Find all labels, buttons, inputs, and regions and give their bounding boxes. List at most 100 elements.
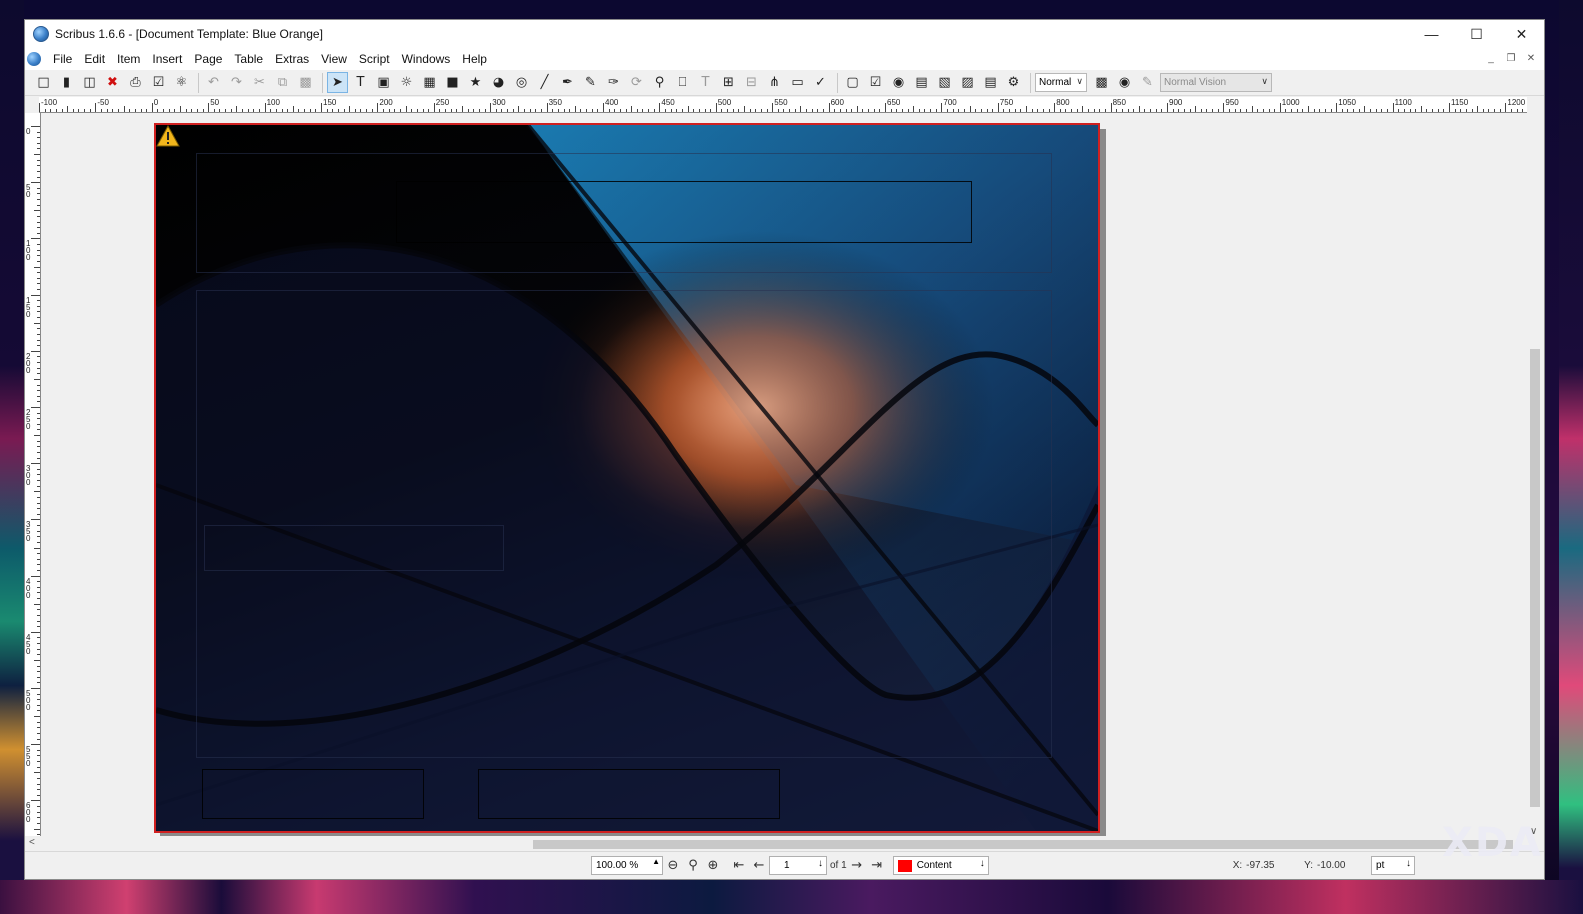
pdf-combo-box-icon[interactable]: ▧ bbox=[934, 72, 955, 93]
print-icon[interactable]: ⎙ bbox=[125, 72, 146, 93]
spin-arrows-icon[interactable]: ▲ bbox=[652, 857, 660, 866]
zoom-out-icon[interactable]: ⊖ bbox=[663, 856, 683, 876]
unit-dropdown-arrow-icon[interactable]: ↓ bbox=[1406, 858, 1411, 869]
unlink-frames-icon[interactable]: ⊟ bbox=[741, 72, 762, 93]
vertical-scroll-thumb[interactable] bbox=[1530, 349, 1540, 807]
menu-file[interactable]: File bbox=[47, 52, 78, 66]
rotate-icon[interactable]: ⟳ bbox=[626, 72, 647, 93]
zoom-input[interactable]: 100.00 % ▲ bbox=[591, 856, 663, 875]
text-frame-icon[interactable]: T bbox=[350, 72, 371, 93]
layer-dropdown-arrow-icon[interactable]: ↓ bbox=[980, 858, 985, 869]
menu-script[interactable]: Script bbox=[353, 52, 396, 66]
pdf-push-button-icon[interactable]: ▢ bbox=[842, 72, 863, 93]
bezier-icon[interactable]: ✒ bbox=[557, 72, 578, 93]
image-mode-select[interactable]: Normal ∨ bbox=[1035, 73, 1087, 92]
horizontal-scroll-thumb[interactable] bbox=[533, 840, 1513, 849]
menu-page[interactable]: Page bbox=[188, 52, 228, 66]
preflight-check-icon[interactable]: ☑ bbox=[148, 72, 169, 93]
ruler-minor-tick bbox=[1268, 109, 1270, 112]
doc-restore-button[interactable]: ❐ bbox=[1504, 51, 1518, 65]
last-page-icon[interactable]: ⇥ bbox=[867, 856, 887, 876]
horizontal-scrollbar[interactable]: < bbox=[25, 837, 1529, 851]
doc-close-button[interactable]: ✕ bbox=[1524, 51, 1538, 65]
vertical-ruler[interactable]: 0 50 100 150 200 250 300 350 400 450 500 550 600 bbox=[25, 113, 41, 836]
pdf-annotation-icon[interactable]: ▤ bbox=[980, 72, 1001, 93]
document-icon[interactable] bbox=[27, 52, 41, 66]
scroll-left-arrow-icon[interactable]: < bbox=[29, 837, 35, 848]
pdf-list-box-icon[interactable]: ▨ bbox=[957, 72, 978, 93]
copy-icon[interactable]: ⧉ bbox=[272, 72, 293, 93]
spiral-icon[interactable]: ◎ bbox=[511, 72, 532, 93]
render-frame-icon[interactable]: ☼ bbox=[396, 72, 417, 93]
zoom-icon[interactable]: ⚲ bbox=[649, 72, 670, 93]
menu-help[interactable]: Help bbox=[456, 52, 493, 66]
new-document-icon[interactable]: □ bbox=[33, 72, 54, 93]
unit-select[interactable]: pt ↓ bbox=[1371, 856, 1416, 875]
eyedropper-icon[interactable]: ✓ bbox=[810, 72, 831, 93]
zoom-100-icon[interactable]: ⚲ bbox=[683, 856, 703, 876]
document-canvas[interactable] bbox=[41, 113, 1529, 836]
cut-icon[interactable]: ✂ bbox=[249, 72, 270, 93]
measure-icon[interactable]: ⋔ bbox=[764, 72, 785, 93]
redo-icon[interactable]: ↷ bbox=[226, 72, 247, 93]
ruler-label: 100 bbox=[26, 239, 31, 263]
previous-page-icon[interactable]: ← bbox=[749, 856, 769, 876]
next-page-icon[interactable]: → bbox=[847, 856, 867, 876]
save-icon[interactable]: ◫ bbox=[79, 72, 100, 93]
page-number-input[interactable]: 1 ↓ bbox=[769, 856, 827, 875]
story-editor-icon[interactable]: T bbox=[695, 72, 716, 93]
pdf-radio-icon[interactable]: ◉ bbox=[888, 72, 909, 93]
pdf-checkbox-icon[interactable]: ☑ bbox=[865, 72, 886, 93]
pdf-link-icon[interactable]: ⚙ bbox=[1003, 72, 1024, 93]
vision-mode-select[interactable]: Normal Vision ∨ bbox=[1160, 73, 1272, 92]
edit-text-icon[interactable]: ⎕ bbox=[672, 72, 693, 93]
preview-eye-icon[interactable]: ◉ bbox=[1114, 72, 1135, 93]
page-dropdown-arrow-icon[interactable]: ↓ bbox=[818, 858, 823, 869]
open-icon[interactable]: ▮ bbox=[56, 72, 77, 93]
ruler-minor-tick bbox=[1353, 109, 1355, 112]
edit-mode-icon[interactable]: ✎ bbox=[1137, 72, 1158, 93]
layer-select[interactable]: Content ↓ bbox=[892, 856, 989, 875]
link-frames-icon[interactable]: ⊞ bbox=[718, 72, 739, 93]
ruler-minor-tick bbox=[1511, 109, 1513, 112]
menu-windows[interactable]: Windows bbox=[396, 52, 457, 66]
table-icon[interactable]: ▦ bbox=[419, 72, 440, 93]
shape-icon[interactable]: ■ bbox=[442, 72, 463, 93]
line-icon[interactable]: ╱ bbox=[534, 72, 555, 93]
ruler-minor-tick bbox=[529, 109, 531, 112]
ruler-minor-tick bbox=[698, 109, 700, 112]
polygon-star-icon[interactable]: ★ bbox=[465, 72, 486, 93]
arc-icon[interactable]: ◕ bbox=[488, 72, 509, 93]
close-button[interactable]: ✕ bbox=[1499, 20, 1544, 48]
menu-view[interactable]: View bbox=[315, 52, 353, 66]
warning-icon[interactable] bbox=[156, 125, 180, 147]
close-document-icon[interactable]: ✖ bbox=[102, 72, 123, 93]
undo-icon[interactable]: ↶ bbox=[203, 72, 224, 93]
freehand-icon[interactable]: ✎ bbox=[580, 72, 601, 93]
copy-properties-icon[interactable]: ▭ bbox=[787, 72, 808, 93]
select-arrow-icon[interactable]: ➤ bbox=[327, 72, 348, 93]
menu-extras[interactable]: Extras bbox=[269, 52, 315, 66]
menu-edit[interactable]: Edit bbox=[78, 52, 111, 66]
calligraphic-icon[interactable]: ✑ bbox=[603, 72, 624, 93]
menu-insert[interactable]: Insert bbox=[146, 52, 188, 66]
title-bar[interactable]: Scribus 1.6.6 - [Document Template: Blue… bbox=[25, 20, 1544, 48]
menu-table[interactable]: Table bbox=[228, 52, 269, 66]
menu-item[interactable]: Item bbox=[111, 52, 146, 66]
color-management-icon[interactable]: ▩ bbox=[1091, 72, 1112, 93]
minimize-button[interactable]: — bbox=[1409, 20, 1454, 48]
first-page-icon[interactable]: ⇤ bbox=[729, 856, 749, 876]
paste-icon[interactable]: ▩ bbox=[295, 72, 316, 93]
doc-minimize-button[interactable]: _ bbox=[1484, 51, 1498, 65]
horizontal-ruler[interactable]: -100 -50 0 50 100 150 200 250 300 350 400 450 500 550… bbox=[39, 97, 1529, 113]
export-pdf-icon[interactable]: ⚛ bbox=[171, 72, 192, 93]
footer-left-frame[interactable] bbox=[202, 769, 424, 819]
maximize-button[interactable]: ☐ bbox=[1454, 20, 1499, 48]
zoom-in-icon[interactable]: ⊕ bbox=[703, 856, 723, 876]
vertical-scrollbar[interactable]: ∨ bbox=[1527, 97, 1543, 837]
document-page[interactable] bbox=[154, 123, 1100, 833]
image-frame-icon[interactable]: ▣ bbox=[373, 72, 394, 93]
footer-right-frame[interactable] bbox=[478, 769, 780, 819]
pdf-text-field-icon[interactable]: ▤ bbox=[911, 72, 932, 93]
title-text-frame[interactable] bbox=[396, 181, 972, 243]
